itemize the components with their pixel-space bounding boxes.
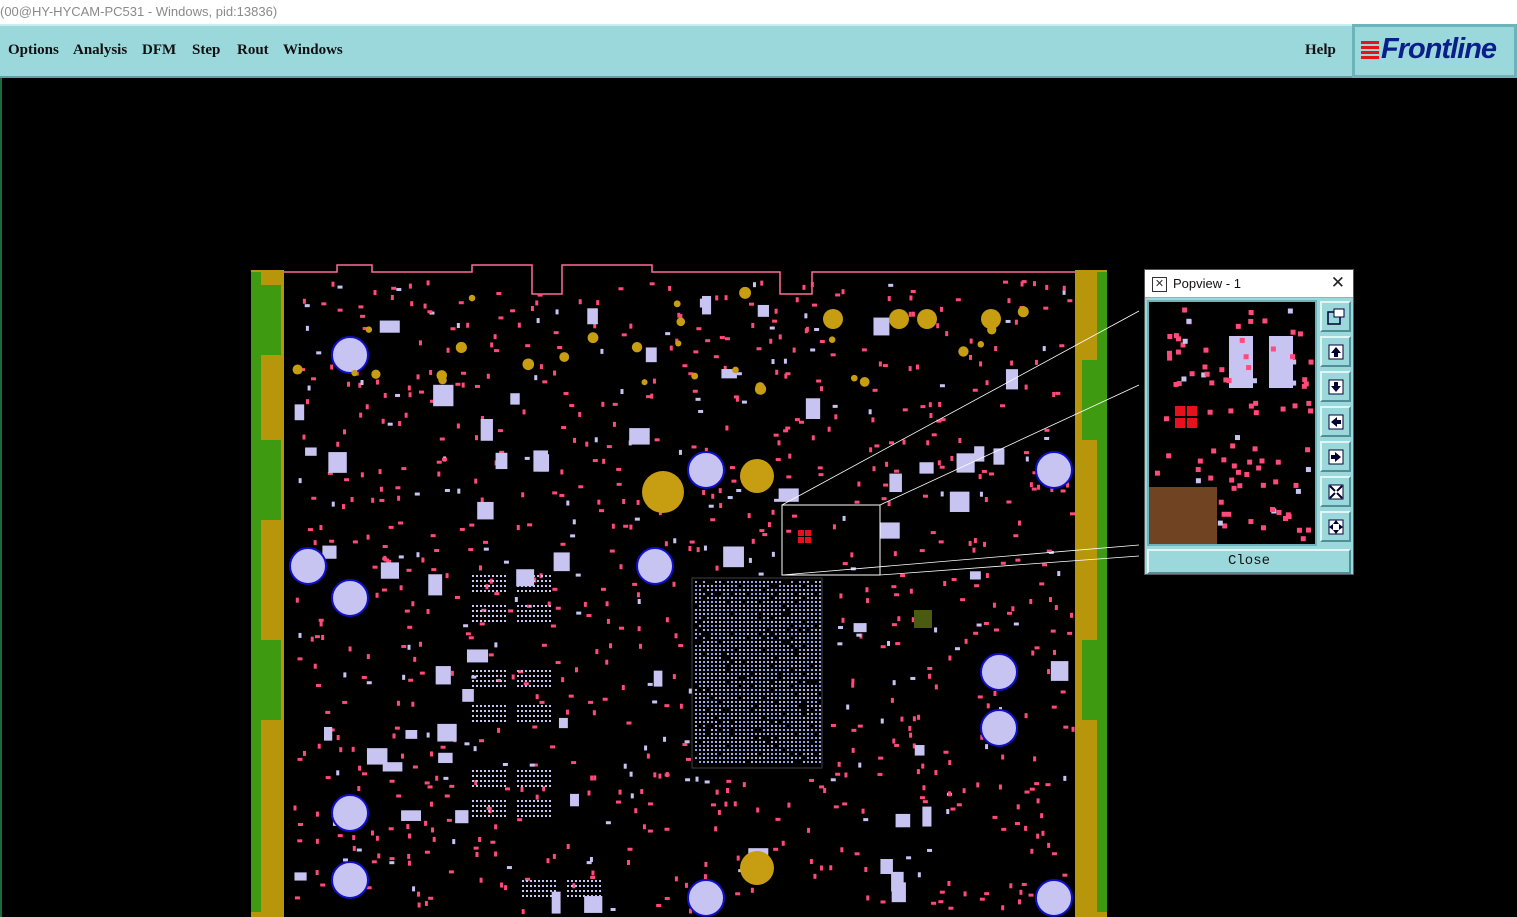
logo-stripes-icon	[1361, 41, 1379, 61]
popview-zoom-view[interactable]	[1147, 300, 1317, 546]
window-title-bar: (00@HY-HYCAM-PC531 - Windows, pid:13836)	[0, 0, 1517, 24]
window-title: (00@HY-HYCAM-PC531 - Windows, pid:13836)	[0, 4, 278, 19]
pan-down-icon[interactable]	[1320, 371, 1351, 402]
menu-options[interactable]: Options	[8, 42, 59, 59]
logo-text: Frontline	[1381, 33, 1497, 65]
menu-bar: Options Analysis DFM Step Rout Windows H…	[0, 24, 1352, 78]
frontline-logo: Frontline	[1352, 24, 1517, 78]
menu-windows[interactable]: Windows	[283, 42, 343, 59]
menu-step[interactable]: Step	[192, 42, 220, 59]
menu-help[interactable]: Help	[1305, 42, 1336, 59]
menu-rout[interactable]: Rout	[237, 42, 269, 59]
move-icon[interactable]	[1320, 511, 1351, 542]
pan-left-icon[interactable]	[1320, 406, 1351, 437]
pan-right-icon[interactable]	[1320, 441, 1351, 472]
popview-app-icon: ✕	[1152, 277, 1167, 292]
popview-title-bar[interactable]: ✕ Popview - 1 ✕	[1145, 270, 1353, 298]
left-rail-green	[251, 272, 261, 912]
zoom-window-icon[interactable]	[1320, 301, 1351, 332]
pan-up-icon[interactable]	[1320, 336, 1351, 367]
board-outline	[251, 270, 1107, 917]
menu-analysis[interactable]: Analysis	[73, 42, 127, 59]
popview-close-button[interactable]: Close	[1147, 549, 1351, 574]
menu-dfm[interactable]: DFM	[142, 42, 176, 59]
zoom-fit-icon[interactable]	[1320, 476, 1351, 507]
popview-title: Popview - 1	[1173, 276, 1241, 291]
close-icon[interactable]: ✕	[1331, 273, 1345, 293]
popview-window[interactable]: ✕ Popview - 1 ✕ Close	[1144, 269, 1354, 575]
popview-toolbar	[1320, 301, 1353, 546]
